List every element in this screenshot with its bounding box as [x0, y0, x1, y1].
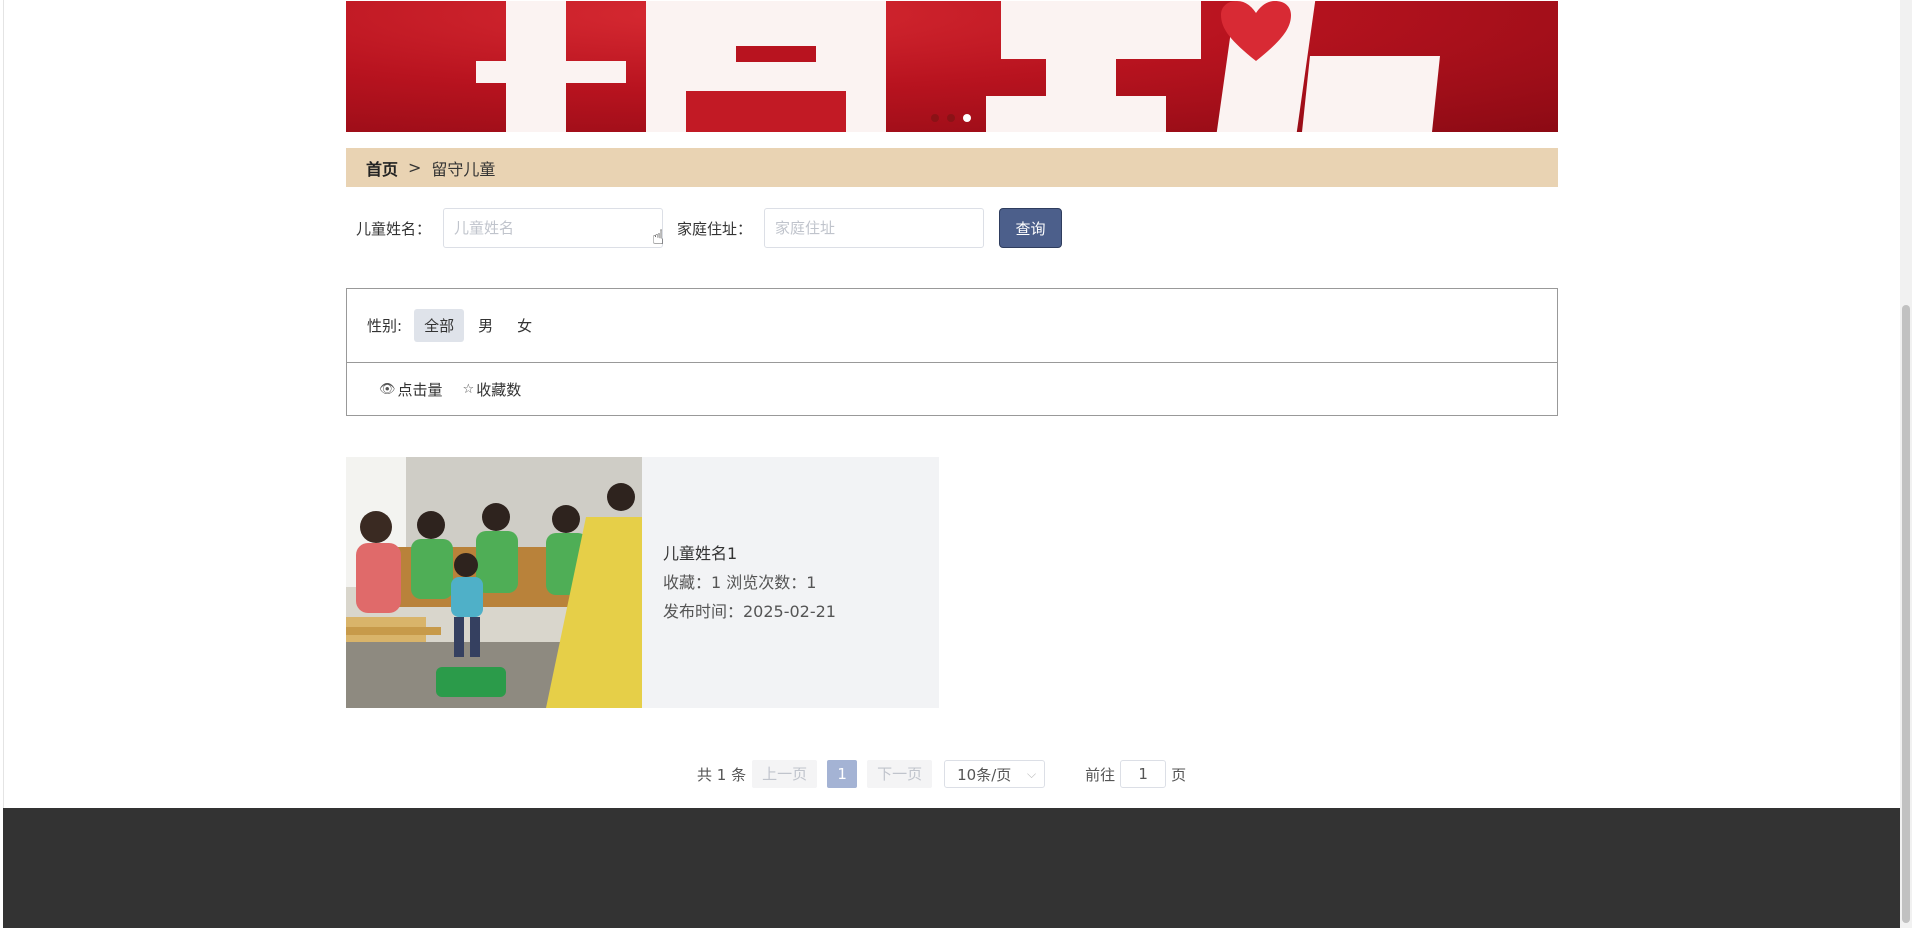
banner-graphic — [736, 46, 816, 62]
carousel-dot-active[interactable] — [963, 114, 971, 122]
banner-graphic — [476, 61, 626, 83]
eye-icon: 👁 — [379, 381, 396, 397]
page-jumper: 前往 页 — [1085, 760, 1186, 788]
goto-label: 前往 — [1085, 765, 1116, 784]
banner-carousel[interactable] — [346, 1, 1558, 132]
goto-page-input[interactable] — [1120, 760, 1167, 788]
breadcrumb: 首页 > 留守儿童 — [346, 148, 1558, 187]
query-button[interactable]: 查询 — [999, 208, 1063, 248]
sort-by-favorites[interactable]: ☆ 收藏数 — [463, 379, 522, 400]
carousel-indicators — [931, 114, 971, 122]
child-photo-image — [346, 457, 642, 708]
child-card-title[interactable]: 儿童姓名1 — [663, 539, 836, 568]
heart-icon — [1221, 1, 1291, 61]
breadcrumb-separator: > — [408, 158, 422, 177]
gender-option-male[interactable]: 男 — [468, 309, 503, 342]
page-number[interactable]: 1 — [827, 760, 858, 788]
scrollbar-thumb[interactable] — [1902, 305, 1910, 923]
page-size-value: 10条/页 — [957, 765, 1012, 784]
child-name-input[interactable] — [443, 208, 664, 248]
carousel-dot[interactable] — [931, 114, 939, 122]
star-icon: ☆ — [462, 381, 475, 397]
child-card-stats: 收藏：1 浏览次数：1 — [663, 573, 817, 592]
home-address-label: 家庭住址： — [677, 219, 753, 238]
next-page-button[interactable]: 下一页 — [867, 760, 933, 788]
home-address-input[interactable] — [764, 208, 985, 248]
pagination-total: 共 1 条 — [697, 765, 747, 784]
page-scrollbar[interactable] — [1900, 0, 1912, 928]
child-card[interactable]: 儿童姓名1 收藏：1 浏览次数：1 发布时间：2025-02-21 — [346, 457, 939, 708]
page-size-select[interactable]: 10条/页 ⌵ — [944, 760, 1046, 788]
footer — [3, 808, 1902, 928]
filter-panel: 性别: 全部 男 女 👁 点击量 ☆ 收藏数 — [346, 288, 1558, 416]
carousel-dot[interactable] — [947, 114, 955, 122]
child-photo — [346, 457, 642, 708]
child-card-published: 发布时间：2025-02-21 — [663, 602, 836, 621]
sort-by-clicks[interactable]: 👁 点击量 — [379, 379, 443, 400]
hand-cursor-icon: ☝ — [652, 225, 665, 249]
gender-option-all[interactable]: 全部 — [414, 309, 465, 342]
breadcrumb-home[interactable]: 首页 — [366, 156, 398, 180]
breadcrumb-current: 留守儿童 — [431, 159, 496, 179]
banner-graphic — [986, 96, 1166, 132]
child-name-label: 儿童姓名： — [356, 219, 432, 238]
gender-filter-label: 性别: — [367, 317, 403, 335]
gender-option-female[interactable]: 女 — [507, 309, 542, 342]
chevron-down-icon: ⌵ — [1027, 766, 1037, 781]
pagination: 共 1 条 上一页 1 下一页 10条/页 ⌵ 前往 页 — [697, 760, 1186, 788]
prev-page-button[interactable]: 上一页 — [752, 760, 818, 788]
sort-by-clicks-label: 点击量 — [397, 380, 443, 399]
goto-unit: 页 — [1171, 765, 1187, 784]
banner-graphic — [686, 91, 846, 132]
banner-graphic — [1001, 1, 1201, 59]
sort-bar: 👁 点击量 ☆ 收藏数 — [347, 363, 1557, 415]
child-card-info: 儿童姓名1 收藏：1 浏览次数：1 发布时间：2025-02-21 — [642, 457, 836, 708]
search-form: 儿童姓名： 家庭住址： 查询 — [356, 208, 1063, 248]
sort-by-favorites-label: 收藏数 — [476, 380, 522, 399]
banner-graphic — [1302, 56, 1440, 132]
gender-filter: 性别: 全部 男 女 — [347, 289, 1557, 363]
